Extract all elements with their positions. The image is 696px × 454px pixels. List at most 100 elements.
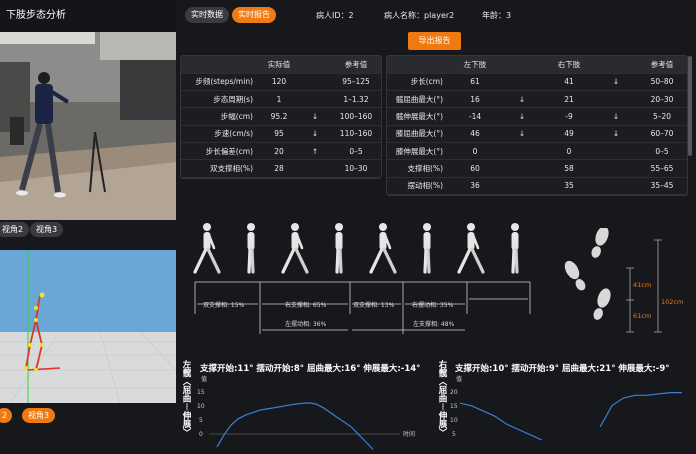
- table-header: [181, 56, 259, 74]
- table-header: [387, 56, 449, 74]
- row-left-arrow: [501, 142, 543, 161]
- right-hip-side-label: 右髋︿屈曲︱伸展﹀: [437, 360, 447, 437]
- row-value: 95.2: [259, 107, 299, 126]
- tab-realtime-report[interactable]: 实时报告: [232, 7, 276, 23]
- row-label: 髋屈曲最大(°): [387, 90, 449, 109]
- view-button-3[interactable]: 视角3: [22, 408, 56, 423]
- row-label: 步幅(cm): [181, 107, 259, 126]
- patient-age: 年龄：3: [482, 10, 511, 21]
- video-frame: [0, 32, 176, 220]
- view2-button[interactable]: 视角2: [0, 222, 30, 237]
- patient-id: 病人ID：2: [316, 10, 354, 21]
- row-arrow: ↓: [299, 107, 331, 126]
- walking-figure-icon: [511, 223, 519, 274]
- row-label: 摆动相(%): [387, 177, 449, 195]
- row-right-value: 0: [543, 142, 595, 161]
- table-row: 步长(cm) 61 41 ↓ 50–80: [387, 73, 687, 92]
- row-right-arrow: [595, 177, 637, 195]
- gait-label-2: 双支撑相: 13%: [353, 301, 395, 309]
- walking-figure-icon: [423, 223, 431, 274]
- row-arrow: [299, 73, 331, 92]
- view-button-2[interactable]: 2: [0, 408, 12, 423]
- gait-label-0: 双支撑相: 15%: [203, 301, 245, 309]
- age-value: 3: [506, 11, 512, 20]
- right-hip-chart: 值 20 15 10 5: [450, 375, 682, 441]
- row-value: 20: [259, 142, 299, 161]
- table-row: 双支撑相(%) 28 10–30: [181, 159, 381, 178]
- row-right-value: -9: [543, 107, 595, 126]
- walking-figure-icon: [281, 223, 309, 274]
- left-chart-ylabel: 值: [201, 375, 207, 383]
- table-row: 步速(cm/s) 95 ↓ 110–160: [181, 125, 381, 143]
- patient-name-label: 病人名称：: [384, 11, 424, 20]
- table-row: 膝伸展最大(°) 0 0 0–5: [387, 142, 687, 161]
- row-label: 步频(steps/min): [181, 73, 259, 92]
- table-row: 步幅(cm) 95.2 ↓ 100–160: [181, 107, 381, 126]
- left-hip-side-label: 左髋︿屈曲︱伸展﹀: [181, 360, 191, 437]
- left-chart-ytick: 5: [199, 417, 203, 424]
- row-arrow: [299, 90, 331, 109]
- gait-label-3: 右摆动相: 35%: [412, 301, 454, 309]
- table-header: [299, 56, 331, 74]
- gait-label-5: 左支撑相: 48%: [413, 320, 455, 328]
- row-ref: 20–30: [637, 90, 687, 109]
- row-right-arrow: ↓: [595, 107, 637, 126]
- table-row: 步频(steps/min) 120 95–125: [181, 73, 381, 92]
- row-right-arrow: [595, 142, 637, 161]
- row-label: 步速(cm/s): [181, 125, 259, 143]
- table-header: 参考值: [637, 56, 687, 74]
- row-ref: 110–160: [331, 125, 381, 143]
- row-right-arrow: ↓: [595, 125, 637, 143]
- row-ref: 0–5: [637, 142, 687, 161]
- left-hip-chart: 值 时间 15 10 5 0: [197, 375, 415, 450]
- row-ref: 10–30: [331, 159, 381, 178]
- tab-realtime-data[interactable]: 实时数据: [185, 7, 229, 23]
- video-view: [0, 32, 176, 220]
- row-arrow: ↓: [299, 125, 331, 143]
- row-left-value: 36: [449, 177, 501, 195]
- row-left-arrow: [501, 159, 543, 178]
- export-report-button[interactable]: 导出报告: [408, 32, 461, 50]
- row-right-arrow: [595, 159, 637, 178]
- right-chart-ytick: 15: [450, 403, 458, 410]
- row-value: 28: [259, 159, 299, 178]
- patient-name-value: player2: [424, 11, 455, 20]
- row-arrow: ↑: [299, 142, 331, 161]
- skeleton-3d-view: [0, 250, 176, 403]
- right-chart-ylabel: 值: [456, 375, 462, 383]
- row-value: 95: [259, 125, 299, 143]
- table-header: 左下肢: [449, 56, 501, 74]
- patient-name: 病人名称：player2: [384, 10, 454, 21]
- row-ref: 60–70: [637, 125, 687, 143]
- row-value: 1: [259, 90, 299, 109]
- row-ref: 0–5: [331, 142, 381, 161]
- row-ref: 50–80: [637, 73, 687, 92]
- walking-figure-icon: [335, 223, 343, 274]
- row-label: 步态周期(s): [181, 90, 259, 109]
- gait-label-4: 左摆动相: 36%: [285, 320, 327, 328]
- view3-button[interactable]: 视角3: [30, 222, 64, 237]
- table-scrollbar[interactable]: [688, 56, 692, 156]
- gait-cycle-diagram: 双支撑相: 15% 右支撑相: 65% 双支撑相: 13% 右摆动相: 35% …: [193, 223, 531, 334]
- row-ref: 5–20: [637, 107, 687, 126]
- table-row: 髋伸展最大(°) -14 ↓ -9 ↓ 5–20: [387, 107, 687, 126]
- gait-label-1: 右支撑相: 65%: [285, 301, 327, 309]
- row-label: 支撑相(%): [387, 159, 449, 178]
- foot-length-total: 102cm: [661, 298, 683, 306]
- footprint-icon: [564, 228, 611, 320]
- foot-length-right: 61cm: [633, 312, 651, 320]
- table-header-row: 左下肢 右下肢 参考值: [387, 56, 687, 74]
- row-arrow: [299, 159, 331, 178]
- row-label: 髋伸展最大(°): [387, 107, 449, 126]
- row-left-arrow: ↓: [501, 125, 543, 143]
- row-label: 双支撑相(%): [181, 159, 259, 178]
- row-right-value: 35: [543, 177, 595, 195]
- row-right-value: 21: [543, 90, 595, 109]
- foot-length-left: 41cm: [633, 281, 651, 289]
- left-chart-xlabel: 时间: [403, 430, 415, 438]
- row-label: 步长偏差(cm): [181, 142, 259, 161]
- right-chart-ytick: 5: [452, 431, 456, 438]
- row-ref: 95–125: [331, 73, 381, 92]
- row-left-value: 16: [449, 90, 501, 109]
- left-chart-ytick: 0: [199, 431, 203, 438]
